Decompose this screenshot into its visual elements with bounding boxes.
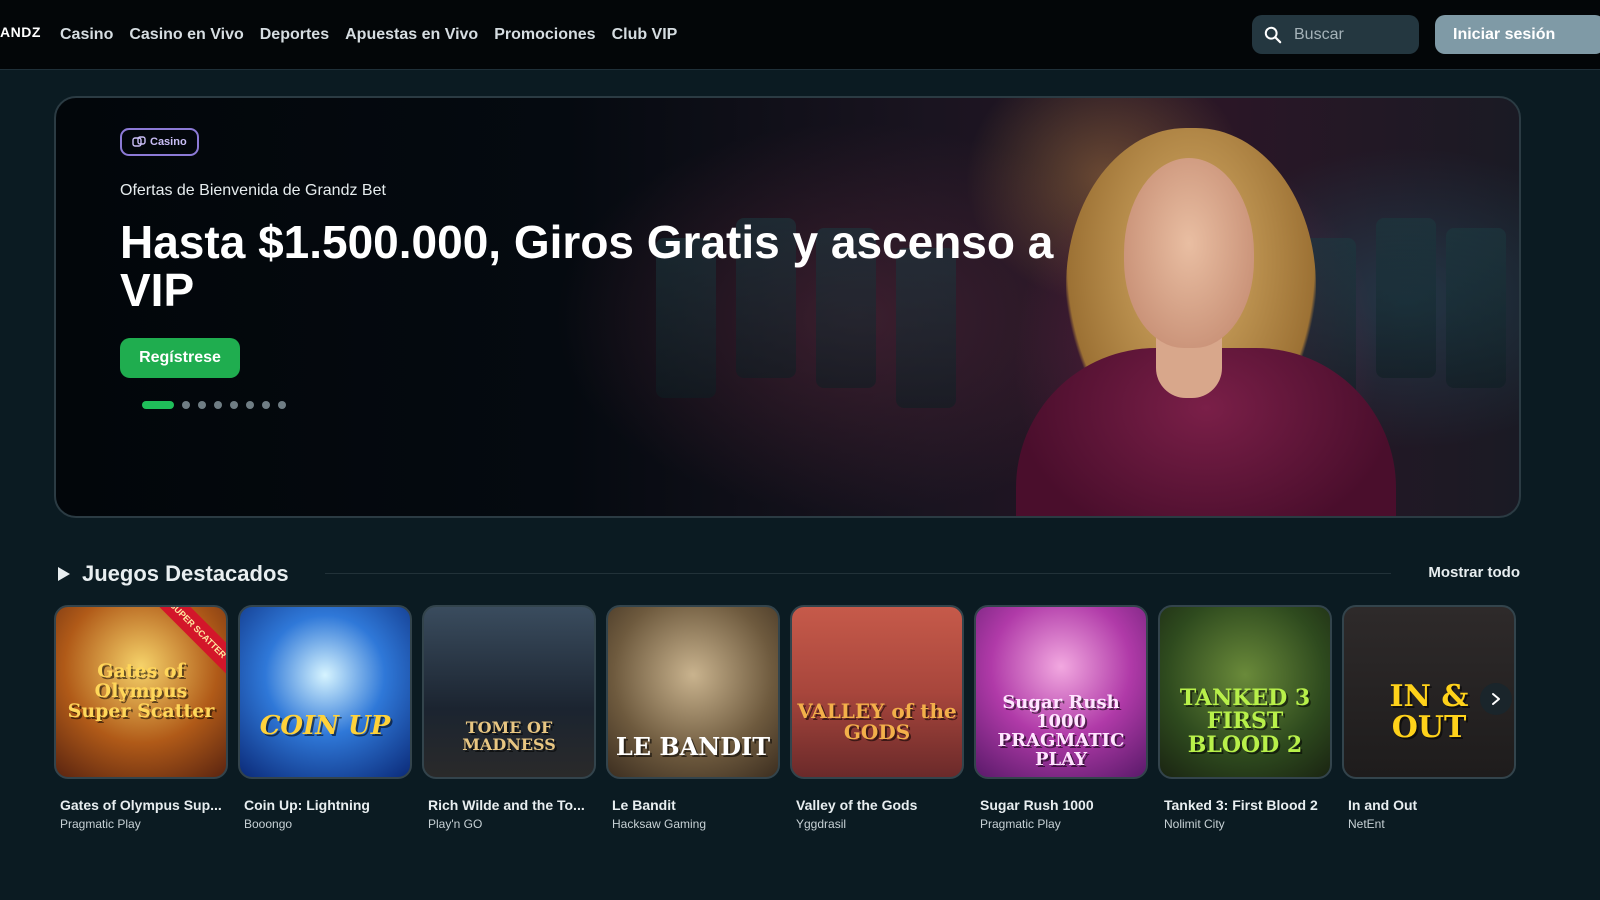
game-provider: NetEnt (1348, 817, 1385, 831)
game-provider: Pragmatic Play (980, 817, 1061, 831)
nav-club-vip[interactable]: Club VIP (612, 26, 678, 44)
game-title: In and Out (1348, 797, 1418, 813)
game-title: Valley of the Gods (796, 797, 918, 813)
main-nav: Casino Casino en Vivo Deportes Apuestas … (60, 0, 677, 70)
game-provider: Booongo (244, 817, 293, 831)
site-logo[interactable]: ANDZ (0, 24, 41, 40)
top-navigation-bar: ANDZ Casino Casino en Vivo Deportes Apue… (0, 0, 1600, 70)
carousel-dot[interactable] (230, 401, 238, 409)
nav-apuestas-en-vivo[interactable]: Apuestas en Vivo (345, 26, 478, 44)
game-provider: Yggdrasil (796, 817, 847, 831)
carousel-dot[interactable] (278, 401, 286, 409)
section-divider (325, 573, 1391, 574)
game-provider: Pragmatic Play (60, 817, 141, 831)
dice-icon (132, 136, 146, 147)
game-card[interactable]: Sugar Rush 1000 PRAGMATIC PLAY Sugar Rus… (974, 605, 1148, 845)
game-card[interactable]: Gates of Olympus Super Scatter SUPER SCA… (54, 605, 228, 845)
carousel-dot[interactable] (198, 401, 206, 409)
carousel-indicators (142, 401, 286, 409)
hero-subtitle: Ofertas de Bienvenida de Grandz Bet (120, 182, 386, 199)
game-title: Coin Up: Lightning (244, 797, 370, 813)
game-card[interactable]: TANKED 3 FIRST BLOOD 2 Tanked 3: First B… (1158, 605, 1332, 845)
game-card[interactable]: IN & OUT In and Out NetEnt (1342, 605, 1516, 845)
show-all-link[interactable]: Mostrar todo (1428, 564, 1520, 581)
game-card[interactable]: VALLEY of the GODS Valley of the Gods Yg… (790, 605, 964, 845)
nav-casino-en-vivo[interactable]: Casino en Vivo (129, 26, 243, 44)
game-provider: Hacksaw Gaming (612, 817, 707, 831)
nav-promociones[interactable]: Promociones (494, 26, 595, 44)
game-thumbnail: LE BANDIT (606, 605, 780, 779)
game-title: Rich Wilde and the To... (428, 797, 585, 813)
section-title: Juegos Destacados (82, 561, 289, 586)
game-card[interactable]: TOME OF MADNESS Rich Wilde and the To...… (422, 605, 596, 845)
carousel-dot[interactable] (262, 401, 270, 409)
game-provider: Nolimit City (1164, 817, 1225, 831)
hero-title: Hasta $1.500.000, Giros Gratis y ascenso… (120, 216, 1054, 316)
category-badge: Casino (120, 128, 199, 156)
nav-casino[interactable]: Casino (60, 26, 113, 44)
login-button[interactable]: Iniciar sesión (1435, 15, 1600, 54)
search-icon (1264, 26, 1282, 43)
game-title: Le Bandit (612, 797, 676, 813)
carousel-dot[interactable] (142, 401, 174, 409)
game-card[interactable]: LE BANDIT Le Bandit Hacksaw Gaming (606, 605, 780, 845)
game-thumbnail: Sugar Rush 1000 PRAGMATIC PLAY (974, 605, 1148, 779)
game-title: Gates of Olympus Sup... (60, 797, 222, 813)
chevron-right-icon (1492, 693, 1500, 705)
featured-games-row: Gates of Olympus Super Scatter SUPER SCA… (54, 605, 1524, 845)
game-card[interactable]: COIN UP Coin Up: Lightning Booongo (238, 605, 412, 845)
carousel-dot[interactable] (182, 401, 190, 409)
game-thumbnail: TANKED 3 FIRST BLOOD 2 (1158, 605, 1332, 779)
game-thumbnail: TOME OF MADNESS (422, 605, 596, 779)
game-title: Sugar Rush 1000 (980, 797, 1094, 813)
hero-banner[interactable]: Casino Ofertas de Bienvenida de Grandz B… (54, 96, 1521, 518)
game-thumbnail: Gates of Olympus Super Scatter SUPER SCA… (54, 605, 228, 779)
carousel-next-button[interactable] (1480, 683, 1512, 715)
game-title: Tanked 3: First Blood 2 (1164, 797, 1318, 813)
nav-deportes[interactable]: Deportes (260, 26, 329, 44)
play-icon (58, 567, 70, 581)
featured-section-header: Juegos Destacados (58, 560, 289, 588)
search-box[interactable] (1252, 15, 1419, 54)
game-thumbnail: VALLEY of the GODS (790, 605, 964, 779)
register-button[interactable]: Regístrese (120, 338, 240, 378)
search-input[interactable] (1294, 25, 1404, 44)
carousel-dot[interactable] (214, 401, 222, 409)
game-thumbnail: COIN UP (238, 605, 412, 779)
game-provider: Play'n GO (428, 817, 483, 831)
badge-label: Casino (150, 136, 187, 148)
carousel-dot[interactable] (246, 401, 254, 409)
